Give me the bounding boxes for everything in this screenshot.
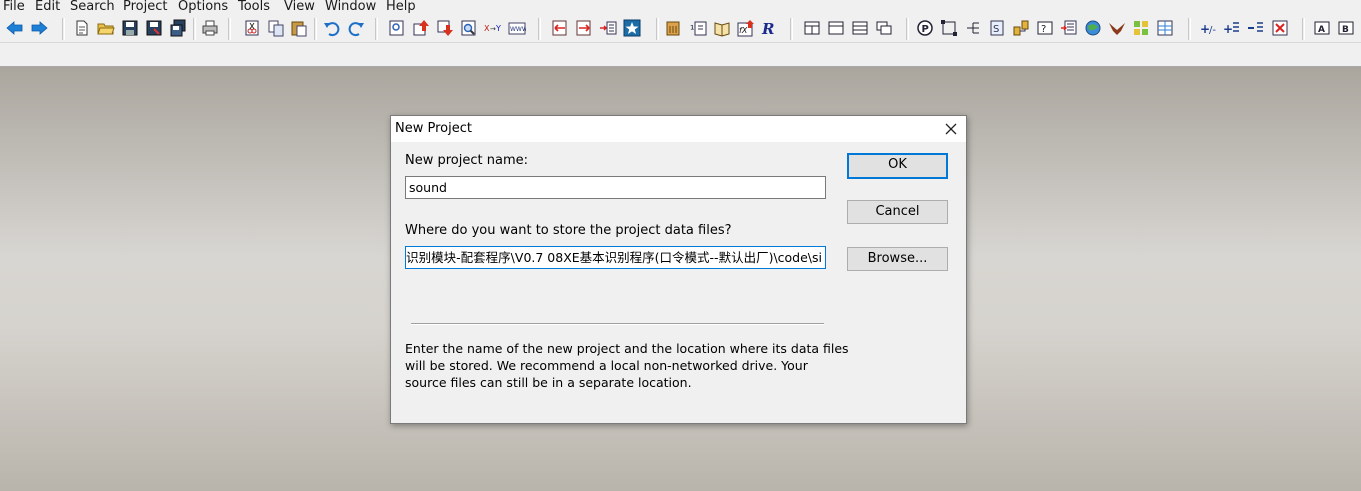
- menu-window[interactable]: Window: [325, 0, 376, 15]
- replace-icon[interactable]: X → Y: [484, 19, 502, 37]
- book-icon[interactable]: [713, 19, 731, 37]
- add-line-icon[interactable]: +: [1223, 19, 1241, 37]
- menu-help[interactable]: Help: [386, 0, 416, 15]
- windows-icon[interactable]: [875, 19, 893, 37]
- search-web-icon[interactable]: WWW: [508, 19, 526, 37]
- svg-text:¹: ¹: [690, 23, 694, 36]
- svg-text:A: A: [1318, 25, 1325, 35]
- undo-icon[interactable]: [323, 19, 341, 37]
- star-bookmark-icon[interactable]: [623, 19, 641, 37]
- svg-text:?: ?: [1041, 24, 1046, 35]
- help-line: source files can still be in a separate …: [405, 375, 692, 390]
- print-icon[interactable]: [201, 19, 219, 37]
- menu-project[interactable]: Project: [123, 0, 167, 15]
- tree-icon[interactable]: [964, 19, 982, 37]
- split-layout-icon[interactable]: [851, 19, 869, 37]
- dialog-titlebar[interactable]: New Project: [391, 116, 966, 142]
- class-icon[interactable]: [1012, 19, 1030, 37]
- save-all-icon[interactable]: [169, 19, 187, 37]
- bookmark-list-icon[interactable]: [599, 19, 617, 37]
- bookmark-prev-icon[interactable]: [551, 19, 569, 37]
- layout-icon[interactable]: [1156, 19, 1174, 37]
- menu-view[interactable]: View: [284, 0, 315, 15]
- globe-icon[interactable]: [1084, 19, 1102, 37]
- ab-left-icon[interactable]: A: [1313, 19, 1331, 37]
- remove-line-icon[interactable]: [1247, 19, 1265, 37]
- bookmark-next-icon[interactable]: [575, 19, 593, 37]
- close-icon[interactable]: [942, 120, 960, 138]
- symbol-info-icon[interactable]: ¹: [689, 19, 707, 37]
- back-arrow-icon[interactable]: [6, 19, 24, 37]
- location-label: Where do you want to store the project d…: [405, 223, 732, 238]
- references-icon[interactable]: [1060, 19, 1078, 37]
- secondary-toolbar: [0, 42, 1361, 68]
- menu-tools[interactable]: Tools: [238, 0, 270, 15]
- browse-button[interactable]: Browse...: [847, 247, 948, 271]
- paste-icon[interactable]: [290, 19, 308, 37]
- find-prev-icon[interactable]: [412, 19, 430, 37]
- menu-bar: File Edit Search Project Options Tools V…: [0, 0, 1361, 15]
- find-files-icon[interactable]: [460, 19, 478, 37]
- dialog-title: New Project: [395, 121, 472, 136]
- save-as-icon[interactable]: [145, 19, 163, 37]
- project-icon[interactable]: P: [916, 19, 934, 37]
- grid-layout-icon[interactable]: [803, 19, 821, 37]
- dialog-separator: [411, 323, 824, 325]
- svg-text:fX: fX: [739, 26, 748, 35]
- ab-right-icon[interactable]: B: [1337, 19, 1355, 37]
- save-icon[interactable]: [121, 19, 139, 37]
- cancel-button[interactable]: Cancel: [847, 200, 948, 224]
- plus-minus-icon[interactable]: +/-: [1199, 19, 1217, 37]
- ok-button[interactable]: OK: [847, 153, 948, 179]
- r-symbol-icon[interactable]: R: [761, 19, 779, 37]
- project-name-input[interactable]: sound: [405, 176, 826, 199]
- svg-text:S: S: [993, 24, 999, 35]
- puzzle-icon[interactable]: [1132, 19, 1150, 37]
- svg-text:WWW: WWW: [510, 26, 526, 33]
- relation-icon[interactable]: [940, 19, 958, 37]
- find-icon[interactable]: [388, 19, 406, 37]
- new-project-dialog: New Project New project name: sound Wher…: [390, 115, 967, 424]
- context-icon[interactable]: ?: [1036, 19, 1054, 37]
- redo-icon[interactable]: [347, 19, 365, 37]
- help-text: Enter the name of the new project and th…: [405, 340, 849, 391]
- find-next-icon[interactable]: [436, 19, 454, 37]
- svg-text:Y: Y: [495, 24, 501, 33]
- menu-file[interactable]: File: [3, 0, 25, 15]
- svg-text:B: B: [1342, 25, 1349, 35]
- menu-options[interactable]: Options: [178, 0, 228, 15]
- project-name-label: New project name:: [405, 153, 528, 168]
- svg-text:P: P: [922, 24, 929, 35]
- location-input-text: 音识别模块-配套程序\V0.7 08XE基本识别程序(口令模式--默认出厂)\c…: [405, 250, 822, 265]
- panel-layout-icon[interactable]: [827, 19, 845, 37]
- forward-arrow-icon[interactable]: [30, 19, 48, 37]
- open-folder-icon[interactable]: [97, 19, 115, 37]
- svg-text:/-: /-: [1209, 25, 1216, 36]
- svg-text:+: +: [1223, 22, 1233, 36]
- help-line: Enter the name of the new project and th…: [405, 341, 849, 356]
- location-input[interactable]: 音识别模块-配套程序\V0.7 08XE基本识别程序(口令模式--默认出厂)\c…: [405, 246, 826, 269]
- toolbar: X → Y WWW ¹ fX R P S ? +/- + A B: [0, 15, 1361, 42]
- new-file-icon[interactable]: [73, 19, 91, 37]
- script-icon[interactable]: S: [988, 19, 1006, 37]
- help-line: will be stored. We recommend a local non…: [405, 358, 808, 373]
- symbol-icon[interactable]: [665, 19, 683, 37]
- function-icon[interactable]: fX: [737, 19, 755, 37]
- cut-icon[interactable]: [243, 19, 261, 37]
- svg-text:R: R: [761, 20, 774, 37]
- menu-search[interactable]: Search: [70, 0, 115, 15]
- delete-icon[interactable]: [1271, 19, 1289, 37]
- menu-edit[interactable]: Edit: [35, 0, 60, 15]
- copy-icon[interactable]: [267, 19, 285, 37]
- bird-icon[interactable]: [1108, 19, 1126, 37]
